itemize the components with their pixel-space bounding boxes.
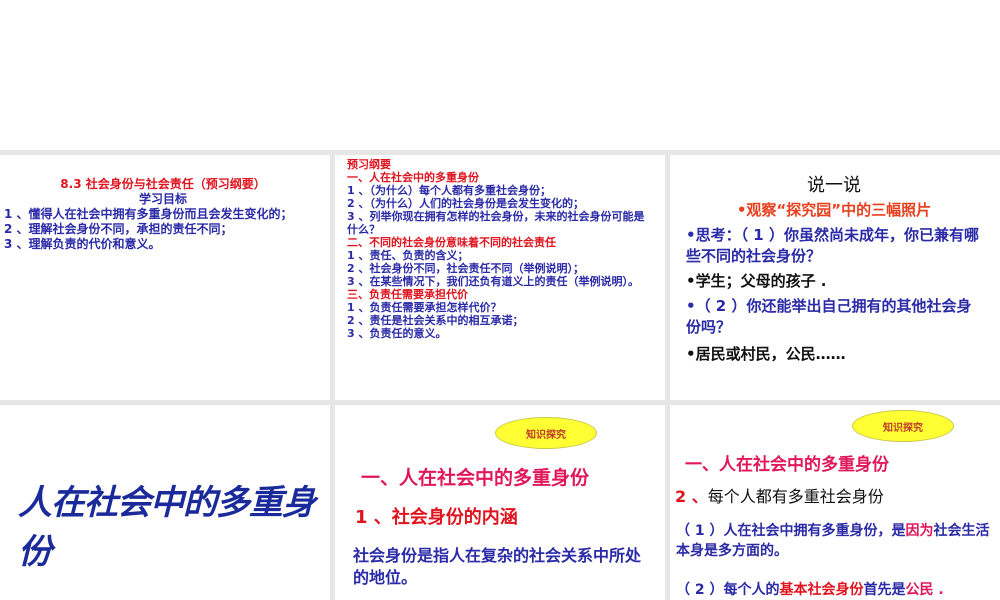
point-1: （ 1 ）人在社会中拥有多重身份，是因为社会生活本身是多方面的。: [676, 521, 994, 561]
goal-item: 2 、理解社会身份不同，承担的责任不同；: [4, 222, 233, 236]
subheading: 1 、社会身份的内涵: [355, 507, 518, 528]
point-2: （ 2 ）每个人的基本社会身份首先是公民 .: [676, 580, 994, 600]
subheading: 2 、每个人都有多重社会身份: [675, 483, 884, 507]
slide-title: 说一说: [807, 175, 861, 196]
outline-heading: 预习纲要: [347, 158, 391, 171]
outline-item: 3 、在某些情况下，我们还负有道义上的责任（举例说明）。: [347, 275, 639, 288]
text: 首先是: [863, 582, 906, 598]
text: （ 2 ）每个人的: [676, 582, 780, 598]
outline-item: 1 、（为什么）每个人都有多重社会身份；: [347, 184, 551, 197]
definition-text: 社会身份是指人在复杂的社会关系中所处的地位。: [353, 546, 642, 587]
text: （ 1 ）人在社会中拥有多重身份，是: [676, 523, 906, 539]
sub-number: 2 、: [675, 487, 708, 506]
outline-item: 1 、负责任需要承担怎样代价？: [347, 301, 502, 314]
knowledge-explore-badge: 知识探究: [852, 410, 954, 442]
outline-item: 3 、列举你现在拥有怎样的社会身份，未来的社会身份可能是什么？: [347, 210, 645, 236]
section-title: 三、负责任需要承担代价: [347, 288, 468, 301]
text-highlight: 基本社会身份: [779, 582, 864, 598]
outline-item: 2 、责任是社会关系中的相互承诺；: [347, 314, 524, 327]
answer-1: •学生；父母的孩子 .: [686, 272, 827, 290]
outline-item: 1 、责任、负责的含义；: [347, 249, 469, 262]
section-title: 二、不同的社会身份意味着不同的社会责任: [347, 236, 556, 249]
observe-text: •观察“探究园”中的三幅照片: [736, 201, 932, 219]
slide-thumbnail-5[interactable]: 知识探究 一、人在社会中的多重身份 1 、社会身份的内涵 社会身份是指人在复杂的…: [335, 405, 665, 600]
goal-item: 1 、懂得人在社会中拥有多重身份而且会发生变化的；: [4, 207, 293, 221]
slide-thumbnail-4[interactable]: 人在社会中的多重身份: [0, 405, 330, 600]
slide-title: 8.3 社会身份与社会责任（预习纲要）: [60, 177, 266, 191]
slide-thumbnail-6[interactable]: 知识探究 一、人在社会中的多重身份 2 、每个人都有多重社会身份 （ 1 ）人在…: [670, 405, 1000, 600]
outline-item: 2 、（为什么）人们的社会身份是会发生变化的；: [347, 197, 584, 210]
text-highlight: 因为: [905, 523, 934, 539]
outline-item: 2 、社会身份不同，社会责任不同（举例说明）；: [347, 262, 584, 275]
text-highlight: 公民 .: [905, 582, 944, 598]
sub-text: 每个人都有多重社会身份: [707, 487, 884, 506]
slide-thumbnail-2[interactable]: 预习纲要 一、人在社会中的多重身份 1 、（为什么）每个人都有多重社会身份； 2…: [335, 155, 665, 400]
slide-thumbnail-1[interactable]: 8.3 社会身份与社会责任（预习纲要） 学习目标 1 、懂得人在社会中拥有多重身…: [0, 155, 330, 400]
question-1: •思考：（ 1 ）你虽然尚未成年，你已兼有哪些不同的社会身份？: [686, 226, 979, 265]
question-2: •（ 2 ）你还能举出自己拥有的其他社会身份吗？: [686, 297, 972, 336]
slide-thumbnail-3[interactable]: 说一说 •观察“探究园”中的三幅照片 •思考：（ 1 ）你虽然尚未成年，你已兼有…: [670, 155, 1000, 400]
heading: 一、人在社会中的多重身份: [685, 455, 889, 475]
answer-2: •居民或村民，公民……: [686, 345, 846, 363]
outline-item: 3 、负责任的意义。: [347, 327, 447, 340]
slide-title: 人在社会中的多重身份: [18, 483, 316, 572]
slide-subtitle: 学习目标: [138, 192, 187, 206]
section-title: 一、人在社会中的多重身份: [347, 171, 479, 184]
heading: 一、人在社会中的多重身份: [361, 467, 590, 489]
goal-item: 3 、理解负责的代价和意义。: [4, 237, 161, 251]
knowledge-explore-badge: 知识探究: [495, 417, 597, 449]
